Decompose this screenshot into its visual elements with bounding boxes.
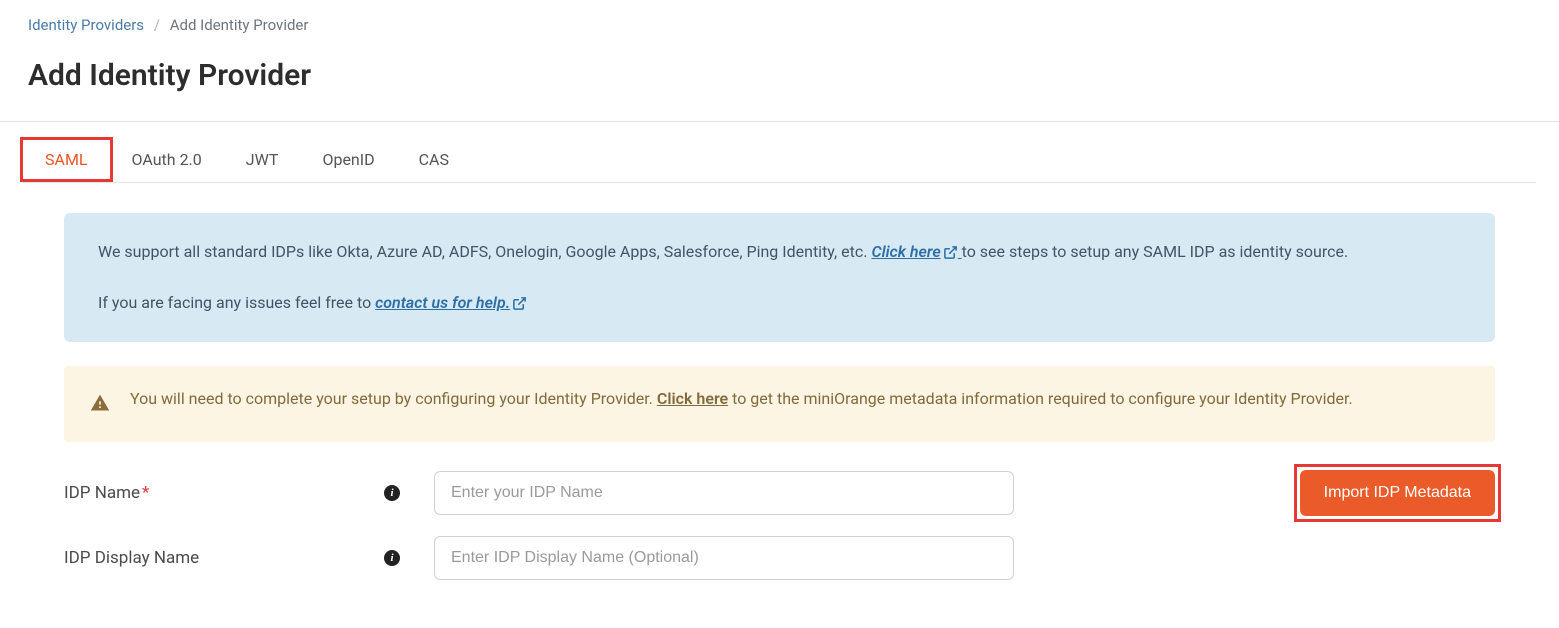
info-click-here-text: Click here [871, 242, 940, 261]
page-title: Add Identity Provider [28, 58, 1531, 93]
warning-click-here-link[interactable]: Click here [657, 389, 728, 408]
external-link-icon [943, 245, 958, 260]
tabs-container: SAML OAuth 2.0 JWT OpenID CAS [23, 122, 1536, 183]
import-idp-metadata-button[interactable]: Import IDP Metadata [1300, 470, 1495, 516]
tab-openid[interactable]: OpenID [300, 140, 396, 182]
info-text-1: We support all standard IDPs like Okta, … [98, 242, 871, 261]
form-row-idp-display-name: IDP Display Name i [64, 536, 1495, 580]
idp-name-input[interactable] [434, 471, 1014, 515]
info-click-here-link[interactable]: Click here [871, 242, 961, 261]
warning-text-2: to get the miniOrange metadata informati… [732, 389, 1353, 408]
breadcrumb-parent-link[interactable]: Identity Providers [28, 16, 144, 34]
info-icon[interactable]: i [384, 485, 400, 501]
info-icon[interactable]: i [384, 550, 400, 566]
idp-display-label-text: IDP Display Name [64, 548, 199, 568]
idp-name-label: IDP Name * [64, 483, 384, 503]
contact-us-text: contact us for help. [375, 293, 510, 312]
warning-icon [90, 390, 110, 422]
breadcrumb-separator: / [154, 16, 160, 34]
info-text-2: to see steps to setup any SAML IDP as id… [962, 242, 1349, 261]
info-alert: We support all standard IDPs like Okta, … [64, 213, 1495, 342]
warning-text-1: You will need to complete your setup by … [130, 389, 657, 408]
tab-jwt[interactable]: JWT [224, 140, 301, 182]
tab-oauth[interactable]: OAuth 2.0 [110, 140, 224, 182]
breadcrumb: Identity Providers / Add Identity Provid… [28, 16, 1531, 34]
tab-cas[interactable]: CAS [397, 140, 471, 182]
warning-alert: You will need to complete your setup by … [64, 366, 1495, 442]
info-text-3: If you are facing any issues feel free t… [98, 293, 375, 312]
idp-display-name-input[interactable] [434, 536, 1014, 580]
tab-saml[interactable]: SAML [23, 140, 110, 182]
required-asterisk: * [142, 483, 149, 503]
idp-display-name-label: IDP Display Name [64, 548, 384, 568]
content-area: We support all standard IDPs like Okta, … [28, 183, 1531, 580]
form-row-idp-name: IDP Name * i Import IDP Metadata [64, 470, 1495, 516]
tab-saml-label: SAML [45, 150, 88, 169]
external-link-icon [512, 296, 527, 311]
breadcrumb-current: Add Identity Provider [170, 16, 309, 34]
idp-name-label-text: IDP Name [64, 483, 140, 503]
contact-us-link[interactable]: contact us for help. [375, 293, 527, 312]
